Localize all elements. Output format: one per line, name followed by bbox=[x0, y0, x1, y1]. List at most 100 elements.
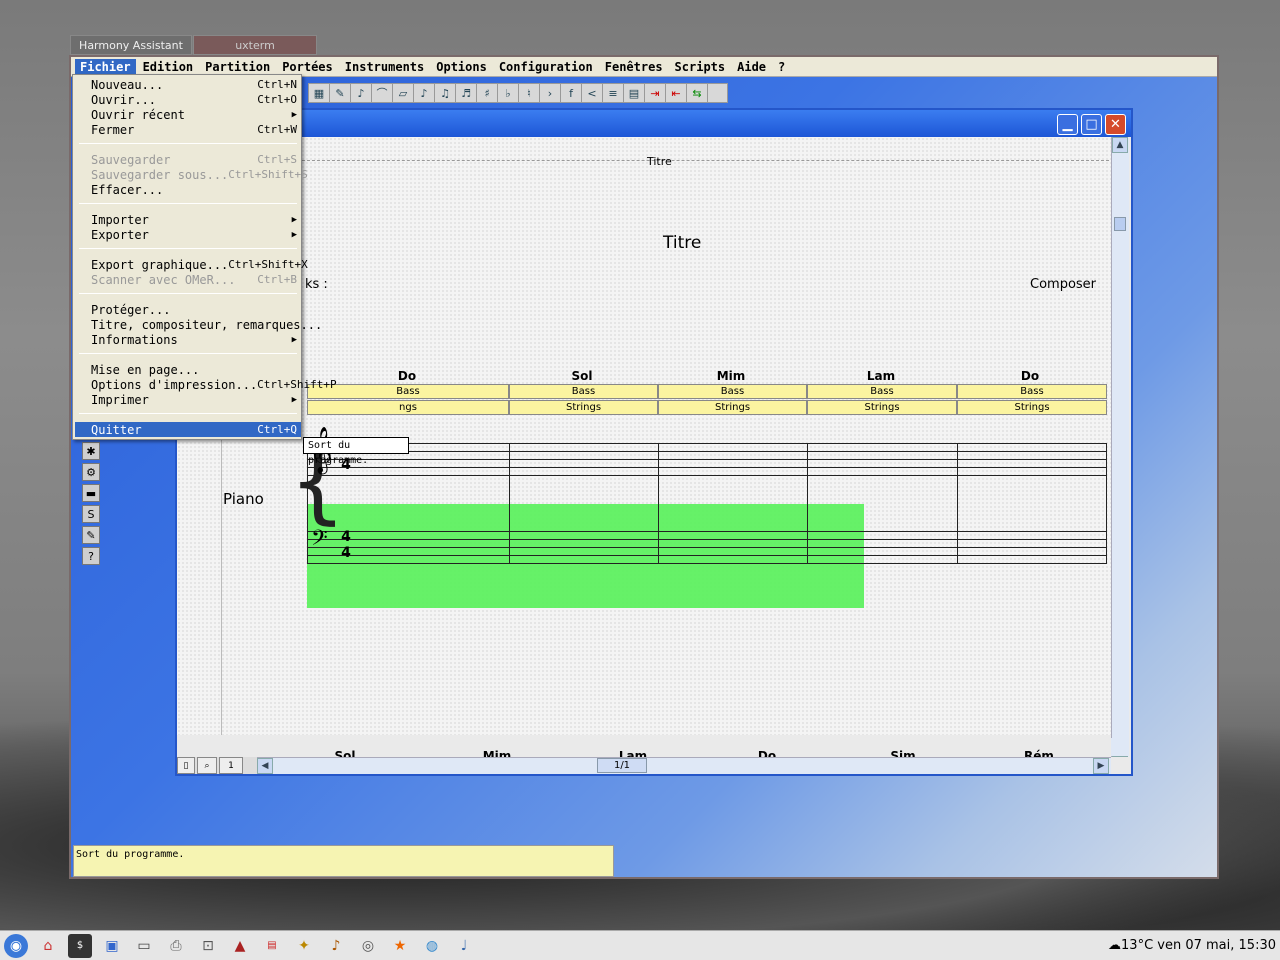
chord-label[interactable]: Do bbox=[990, 369, 1070, 383]
beamed-notes-icon[interactable]: ♫ bbox=[435, 84, 456, 102]
computer-icon[interactable]: ▣ bbox=[100, 934, 124, 958]
style-strings-cell[interactable]: Strings bbox=[509, 400, 658, 415]
scroll-up-icon[interactable]: ▲ bbox=[1112, 137, 1128, 153]
style-strings-cell[interactable]: Strings bbox=[658, 400, 807, 415]
scroll-thumb[interactable] bbox=[1114, 217, 1126, 231]
scroll-right-icon[interactable]: ▶ bbox=[1093, 758, 1109, 774]
style-bass-cell[interactable]: Bass bbox=[658, 384, 807, 399]
menu-item-scanner-avec-omer[interactable]: Scanner avec OMeR... Ctrl+B bbox=[75, 272, 301, 287]
score-title-text[interactable]: Titre bbox=[663, 233, 701, 253]
menu-item-ouvrir[interactable]: Ouvrir... Ctrl+O bbox=[75, 92, 301, 107]
menu-item-ouvrir-récent[interactable]: Ouvrir récent ▶ bbox=[75, 107, 301, 122]
menu-partition[interactable]: Partition bbox=[200, 59, 275, 75]
sharp-icon[interactable]: ♯ bbox=[477, 84, 498, 102]
style-bass-cell[interactable]: Bass bbox=[807, 384, 957, 399]
menu-item-options-d-impression[interactable]: Options d'impression... Ctrl+Shift+P bbox=[75, 377, 337, 392]
flat-icon[interactable]: ♭ bbox=[498, 84, 519, 102]
style-bass-cell[interactable]: Bass bbox=[509, 384, 658, 399]
menu-item-effacer[interactable]: Effacer... bbox=[75, 182, 301, 197]
eraser-tool-icon[interactable]: ▱ bbox=[393, 84, 414, 102]
vertical-scrollbar[interactable]: ▲ ▼ bbox=[1111, 137, 1129, 757]
menu-item-export-graphique[interactable]: Export graphique... Ctrl+Shift+X bbox=[75, 257, 308, 272]
palette-gear-icon[interactable]: ✱ bbox=[82, 442, 100, 460]
pdf-icon[interactable]: ▤ bbox=[260, 934, 284, 958]
palette-pencil-icon[interactable]: ✎ bbox=[82, 526, 100, 544]
lyrics-icon[interactable]: ▤ bbox=[624, 84, 645, 102]
page-number-box[interactable]: 1 bbox=[219, 757, 243, 774]
wizard-icon[interactable]: ▲ bbox=[228, 934, 252, 958]
sixteenth-notes-icon[interactable]: ♬ bbox=[456, 84, 477, 102]
scanner-icon[interactable]: ⊡ bbox=[196, 934, 220, 958]
window-list-icon[interactable]: ▭ bbox=[132, 934, 156, 958]
style-strings-cell[interactable]: ngs bbox=[307, 400, 509, 415]
chord-label[interactable]: Mim bbox=[691, 369, 771, 383]
insert-measure-icon[interactable]: ⇥ bbox=[645, 84, 666, 102]
menu-portees[interactable]: Portées bbox=[277, 59, 338, 75]
menu-item-mise-en-page[interactable]: Mise en page... bbox=[75, 362, 301, 377]
palette-help-icon[interactable]: ? bbox=[82, 547, 100, 565]
menu-instruments[interactable]: Instruments bbox=[340, 59, 429, 75]
style-bass-cell[interactable]: Bass bbox=[307, 384, 509, 399]
printer-icon[interactable]: ⎙ bbox=[164, 934, 188, 958]
maximize-button[interactable]: □ bbox=[1081, 114, 1102, 135]
minimize-button[interactable]: ▁ bbox=[1057, 114, 1078, 135]
window-tab-uxterm[interactable]: uxterm bbox=[193, 35, 317, 55]
note-tool-icon[interactable]: ♪ bbox=[351, 84, 372, 102]
menu-aide[interactable]: Aide bbox=[732, 59, 771, 75]
pencil-tool-icon[interactable]: ✎ bbox=[330, 84, 351, 102]
crescendo-icon[interactable]: < bbox=[582, 84, 603, 102]
menu-options[interactable]: Options bbox=[431, 59, 492, 75]
composer-text[interactable]: Composer bbox=[1030, 277, 1096, 292]
resize-grip[interactable] bbox=[1111, 738, 1129, 756]
natural-icon[interactable]: ♮ bbox=[519, 84, 540, 102]
delete-measure-icon[interactable]: ⇤ bbox=[666, 84, 687, 102]
media-icon[interactable]: ◎ bbox=[356, 934, 380, 958]
menu-item-exporter[interactable]: Exporter ▶ bbox=[75, 227, 301, 242]
remarks-text[interactable]: ks : bbox=[305, 277, 328, 292]
page-indicator[interactable]: 1/1 bbox=[597, 758, 647, 773]
style-bass-cell[interactable]: Bass bbox=[957, 384, 1107, 399]
header-title[interactable]: Titre bbox=[647, 155, 672, 168]
dynamics-icon[interactable]: f bbox=[561, 84, 582, 102]
menu-item-nouveau[interactable]: Nouveau... Ctrl+N bbox=[75, 77, 301, 92]
start-menu-icon[interactable]: ◉ bbox=[4, 933, 28, 958]
menu-fenetres[interactable]: Fenêtres bbox=[600, 59, 668, 75]
notes-icon[interactable]: ♩ bbox=[452, 934, 476, 958]
menu-item-sauvegarder[interactable]: Sauvegarder Ctrl+S bbox=[75, 152, 301, 167]
terminal-icon[interactable]: $ bbox=[68, 933, 92, 958]
menu-item-quitter[interactable]: Quitter Ctrl+Q bbox=[75, 422, 301, 437]
palette-bar-icon[interactable]: ▬ bbox=[82, 484, 100, 502]
palette-settings-icon[interactable]: ⚙ bbox=[82, 463, 100, 481]
chat-icon[interactable]: ◍ bbox=[420, 934, 444, 958]
lines-icon[interactable]: ≡ bbox=[603, 84, 624, 102]
menu-item-titre-compositeur-remarques[interactable]: Titre, compositeur, remarques... bbox=[75, 317, 322, 332]
chord-label[interactable]: Sol bbox=[542, 369, 622, 383]
zoom-icon[interactable]: ⌕ bbox=[197, 757, 217, 774]
home-icon[interactable]: ⌂ bbox=[36, 934, 60, 958]
menu-item-informations[interactable]: Informations ▶ bbox=[75, 332, 301, 347]
rest-tool-icon[interactable]: ▦ bbox=[309, 84, 330, 102]
menu-scripts[interactable]: Scripts bbox=[670, 59, 731, 75]
score-page[interactable]: Titre Titre ks : Composer Do Sol Mim Lam… bbox=[177, 137, 1111, 735]
star-icon[interactable]: ★ bbox=[388, 934, 412, 958]
horizontal-scrollbar[interactable]: ◀ 1/1 ▶ bbox=[257, 757, 1111, 774]
tie-tool-icon[interactable]: ⌒ bbox=[372, 84, 393, 102]
eighth-note-icon[interactable]: ♪ bbox=[414, 84, 435, 102]
scroll-left-icon[interactable]: ◀ bbox=[257, 758, 273, 774]
menu-item-sauvegarder-sous[interactable]: Sauvegarder sous... Ctrl+Shift+S bbox=[75, 167, 308, 182]
menu-fichier[interactable]: Fichier bbox=[75, 58, 136, 75]
menu-item-fermer[interactable]: Fermer Ctrl+W bbox=[75, 122, 301, 137]
measure-selection[interactable] bbox=[307, 504, 864, 608]
style-strings-cell[interactable]: Strings bbox=[807, 400, 957, 415]
page-view-icon[interactable]: ▯ bbox=[177, 757, 195, 774]
chord-label[interactable]: Lam bbox=[841, 369, 921, 383]
menu-edition[interactable]: Edition bbox=[138, 59, 199, 75]
green-arrow-icon[interactable]: ⇆ bbox=[687, 84, 708, 102]
menu-item-imprimer[interactable]: Imprimer ▶ bbox=[75, 392, 301, 407]
palette-s-icon[interactable]: S bbox=[82, 505, 100, 523]
menu-help-question[interactable]: ? bbox=[773, 59, 790, 75]
gimp-icon[interactable]: ✦ bbox=[292, 934, 316, 958]
time-signature[interactable]: 44 bbox=[340, 529, 352, 561]
instrument-name[interactable]: Piano bbox=[223, 490, 264, 508]
window-tab-harmony[interactable]: Harmony Assistant bbox=[70, 35, 192, 55]
